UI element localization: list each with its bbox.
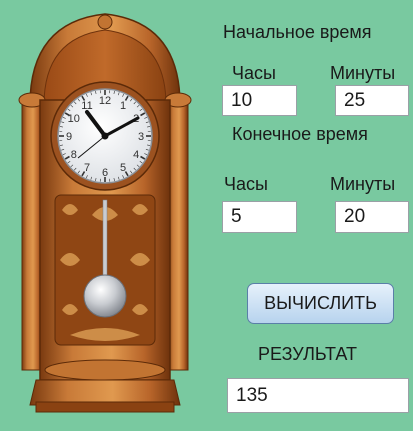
clock-numeral: 12 [99, 95, 111, 107]
start-minutes-input[interactable] [335, 85, 409, 116]
clock-numeral: 9 [66, 131, 72, 143]
start-time-heading: Начальное время [223, 22, 372, 43]
clock-numeral: 1 [120, 100, 126, 112]
start-hours-input[interactable] [222, 85, 297, 116]
clock-numeral: 5 [120, 162, 126, 174]
clock-numeral: 7 [84, 162, 90, 174]
end-time-heading: Конечное время [232, 124, 368, 145]
wall-clock-icon: 121234567891011 [0, 0, 205, 426]
start-minutes-label: Минуты [330, 63, 395, 84]
compute-button[interactable]: ВЫЧИСЛИТЬ [247, 283, 394, 324]
clock-numeral: 6 [102, 167, 108, 179]
end-hours-input[interactable] [222, 201, 297, 233]
start-hours-label: Часы [232, 63, 276, 84]
result-field[interactable] [227, 378, 409, 413]
clock-numeral: 4 [133, 149, 139, 161]
clock-numeral: 10 [68, 113, 80, 125]
end-minutes-input[interactable] [335, 201, 409, 233]
pendulum-clock-illustration: 121234567891011 [0, 0, 205, 426]
end-hours-label: Часы [224, 174, 268, 195]
end-minutes-label: Минуты [330, 174, 395, 195]
result-label: РЕЗУЛЬТАТ [258, 344, 357, 365]
clock-numeral: 3 [138, 131, 144, 143]
clock-numeral: 8 [71, 149, 77, 161]
